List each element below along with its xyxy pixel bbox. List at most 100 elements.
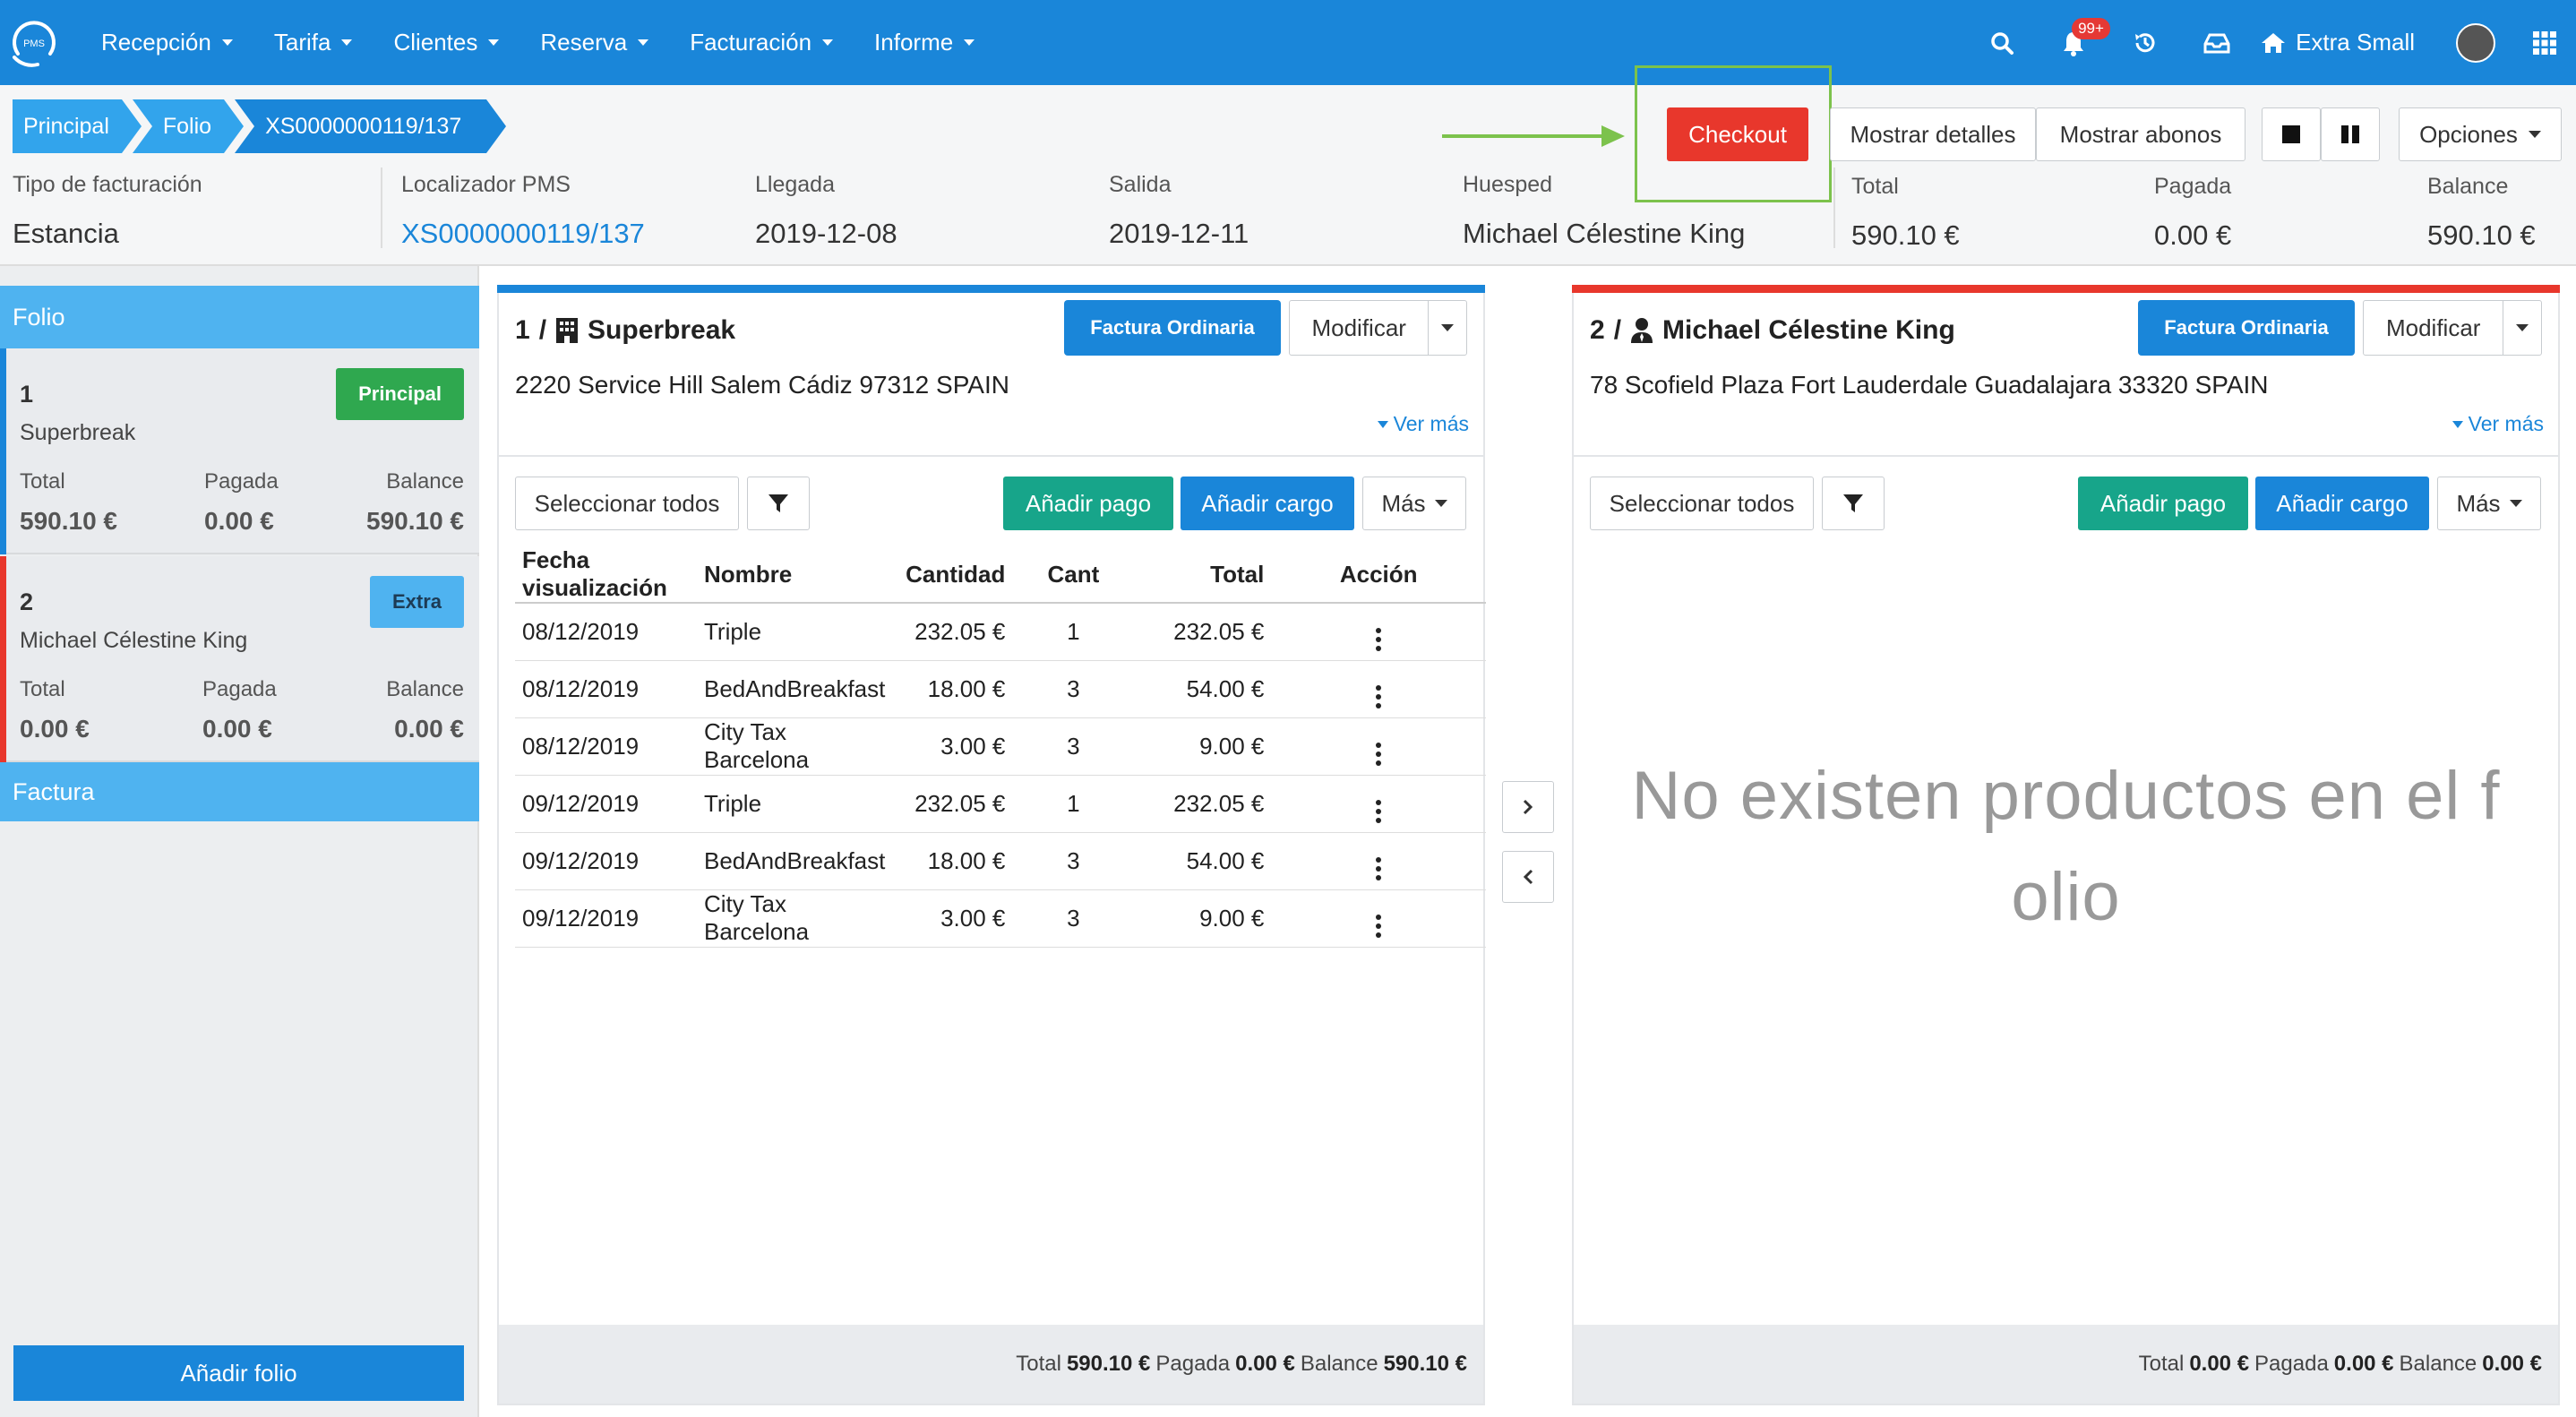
modify-button[interactable]: Modificar [1289,300,1467,356]
filter-button[interactable] [1822,477,1885,530]
add-charge-button[interactable]: Añadir cargo [1181,477,1354,530]
col-unit-price[interactable]: Cantidad [892,546,1013,604]
empty-folio-message: No existen productos en el f olio [1610,745,2522,948]
move-left-button[interactable] [1502,851,1554,903]
folio-total-value: 0.00 € [20,715,90,743]
cell-name: BedAndBreakfast [700,832,893,890]
modify-dropdown-toggle[interactable] [1429,301,1466,355]
col-name[interactable]: Nombre [700,546,893,604]
nav-facturacion[interactable]: Facturación [669,0,854,85]
footer-total-label: Total [1016,1352,1061,1376]
add-charge-button[interactable]: Añadir cargo [2255,477,2429,530]
bell-icon[interactable]: 99+ [2038,0,2110,85]
ver-mas-link[interactable]: Ver más [2451,412,2544,436]
grid-icon[interactable] [2513,0,2576,85]
table-row[interactable]: 09/12/2019 BedAndBreakfast 18.00 €3 54.00 € [515,832,1486,890]
kebab-menu-icon[interactable] [1376,743,1382,766]
nav-label: Clientes [393,29,478,56]
modify-button[interactable]: Modificar [2363,300,2542,356]
cell-name: BedAndBreakfast [700,660,893,718]
breadcrumb-principal[interactable]: Principal [13,99,142,153]
folio-panel-1: 1 / Superbreak Factura Ordinaria Modific… [497,285,1486,1405]
cell-unit-price: 18.00 € [892,832,1013,890]
folio-card-1[interactable]: 1 Principal Superbreak Total 590.10 € Pag… [0,348,479,554]
more-dropdown[interactable]: Más [1362,477,1466,530]
panel-address: 78 Scofield Plaza Fort Lauderdale Guadal… [1590,371,2269,399]
kebab-menu-icon[interactable] [1376,857,1382,880]
split-view-button[interactable] [2321,107,2380,161]
col-total[interactable]: Total [1134,546,1272,604]
panel-title-separator: / [538,315,547,345]
charges-table: Fecha visualización Nombre Cantidad Cant… [515,546,1486,948]
breadcrumb-folio[interactable]: Folio [132,99,245,153]
table-row[interactable]: 09/12/2019 Triple 232.05 €1 232.05 € [515,775,1486,833]
footer-balance-value: 0.00 € [2482,1352,2542,1376]
ver-mas-label: Ver más [2468,412,2544,435]
billing-type-value: Estancia [13,218,119,249]
breadcrumb-locator[interactable]: XS0000000119/137 [235,99,507,153]
nav-informe[interactable]: Informe [854,0,995,85]
table-row[interactable]: 09/12/2019 City Tax Barcelona 3.00 €3 9.00 … [515,889,1486,948]
footer-balance-value: 590.10 € [1383,1352,1467,1376]
nav-clientes[interactable]: Clientes [373,0,519,85]
home-icon [2262,32,2286,53]
add-folio-button[interactable]: Añadir folio [13,1345,464,1401]
options-dropdown[interactable]: Opciones [2399,107,2562,161]
home-link[interactable]: Extra Small [2253,0,2438,85]
pms-logo[interactable]: PMS [7,16,61,70]
add-payment-button[interactable]: Añadir pago [1003,477,1173,530]
table-row[interactable]: 08/12/2019 BedAndBreakfast 18.00 €3 54.00 € [515,660,1486,718]
table-row[interactable]: 08/12/2019 Triple 232.05 €1 232.05 € [515,603,1486,661]
show-details-button[interactable]: Mostrar detalles [1830,107,2036,161]
folio-paid-value: 0.00 € [202,715,272,743]
select-all-button[interactable]: Seleccionar todos [1590,477,1814,530]
select-all-button[interactable]: Seleccionar todos [515,477,739,530]
cell-name: Triple [700,775,893,833]
breadcrumb: Principal Folio XS0000000119/137 [13,99,507,153]
kebab-menu-icon[interactable] [1376,685,1382,708]
kebab-menu-icon[interactable] [1376,915,1382,938]
inbox-icon[interactable] [2181,0,2253,85]
filter-button[interactable] [747,477,810,530]
cell-qty: 1 [1012,603,1135,661]
folio-number: 2 [20,588,34,615]
table-row[interactable]: 08/12/2019 City Tax Barcelona 3.00 €3 9.00 … [515,717,1486,776]
folio-paid: Pagada 0.00 € [204,469,279,536]
locator-link[interactable]: XS0000000119/137 [401,218,645,250]
modify-dropdown-toggle[interactable] [2503,301,2541,355]
folio-color-bar [0,348,6,554]
col-date[interactable]: Fecha visualización [515,546,700,604]
more-dropdown[interactable]: Más [2437,477,2541,530]
summary-balance: Balance 590.10 € [2427,174,2536,252]
nav-recepcion[interactable]: Recepción [81,0,253,85]
cell-action [1271,603,1486,661]
folio-balance: Balance 0.00 € [386,677,464,743]
filter-icon [769,494,788,512]
ver-mas-link[interactable]: Ver más [1377,412,1469,436]
factura-list [0,821,477,1417]
single-view-button[interactable] [2262,107,2321,161]
checkout-button[interactable]: Checkout [1667,107,1808,161]
col-qty[interactable]: Cant [1012,546,1135,604]
history-icon[interactable] [2109,0,2181,85]
caret-down-icon [488,39,500,46]
invoice-type-button[interactable]: Factura Ordinaria [2138,300,2355,356]
kebab-menu-icon[interactable] [1376,800,1382,823]
cell-total: 9.00 € [1134,889,1272,948]
folio-card-2[interactable]: 2 Extra Michael Célestine King Total 0.00… [0,556,479,762]
nav-tarifa[interactable]: Tarifa [253,0,374,85]
search-icon[interactable] [1966,0,2038,85]
invoice-type-button[interactable]: Factura Ordinaria [1064,300,1281,356]
kebab-menu-icon[interactable] [1376,628,1382,652]
options-label: Opciones [2419,120,2518,148]
top-navbar: PMS Recepción Tarifa Clientes Reserva Fa… [0,0,2576,85]
nav-reserva[interactable]: Reserva [519,0,669,85]
show-payments-button[interactable]: Mostrar abonos [2036,107,2245,161]
billing-type-label: Tipo de facturación [13,172,202,197]
departure: Salida 2019-12-11 [1109,172,1249,250]
folio-tag-principal: Principal [336,368,464,420]
add-payment-button[interactable]: Añadir pago [2078,477,2248,530]
caret-down-icon [822,39,834,46]
avatar[interactable] [2456,22,2495,63]
move-right-button[interactable] [1502,781,1554,833]
